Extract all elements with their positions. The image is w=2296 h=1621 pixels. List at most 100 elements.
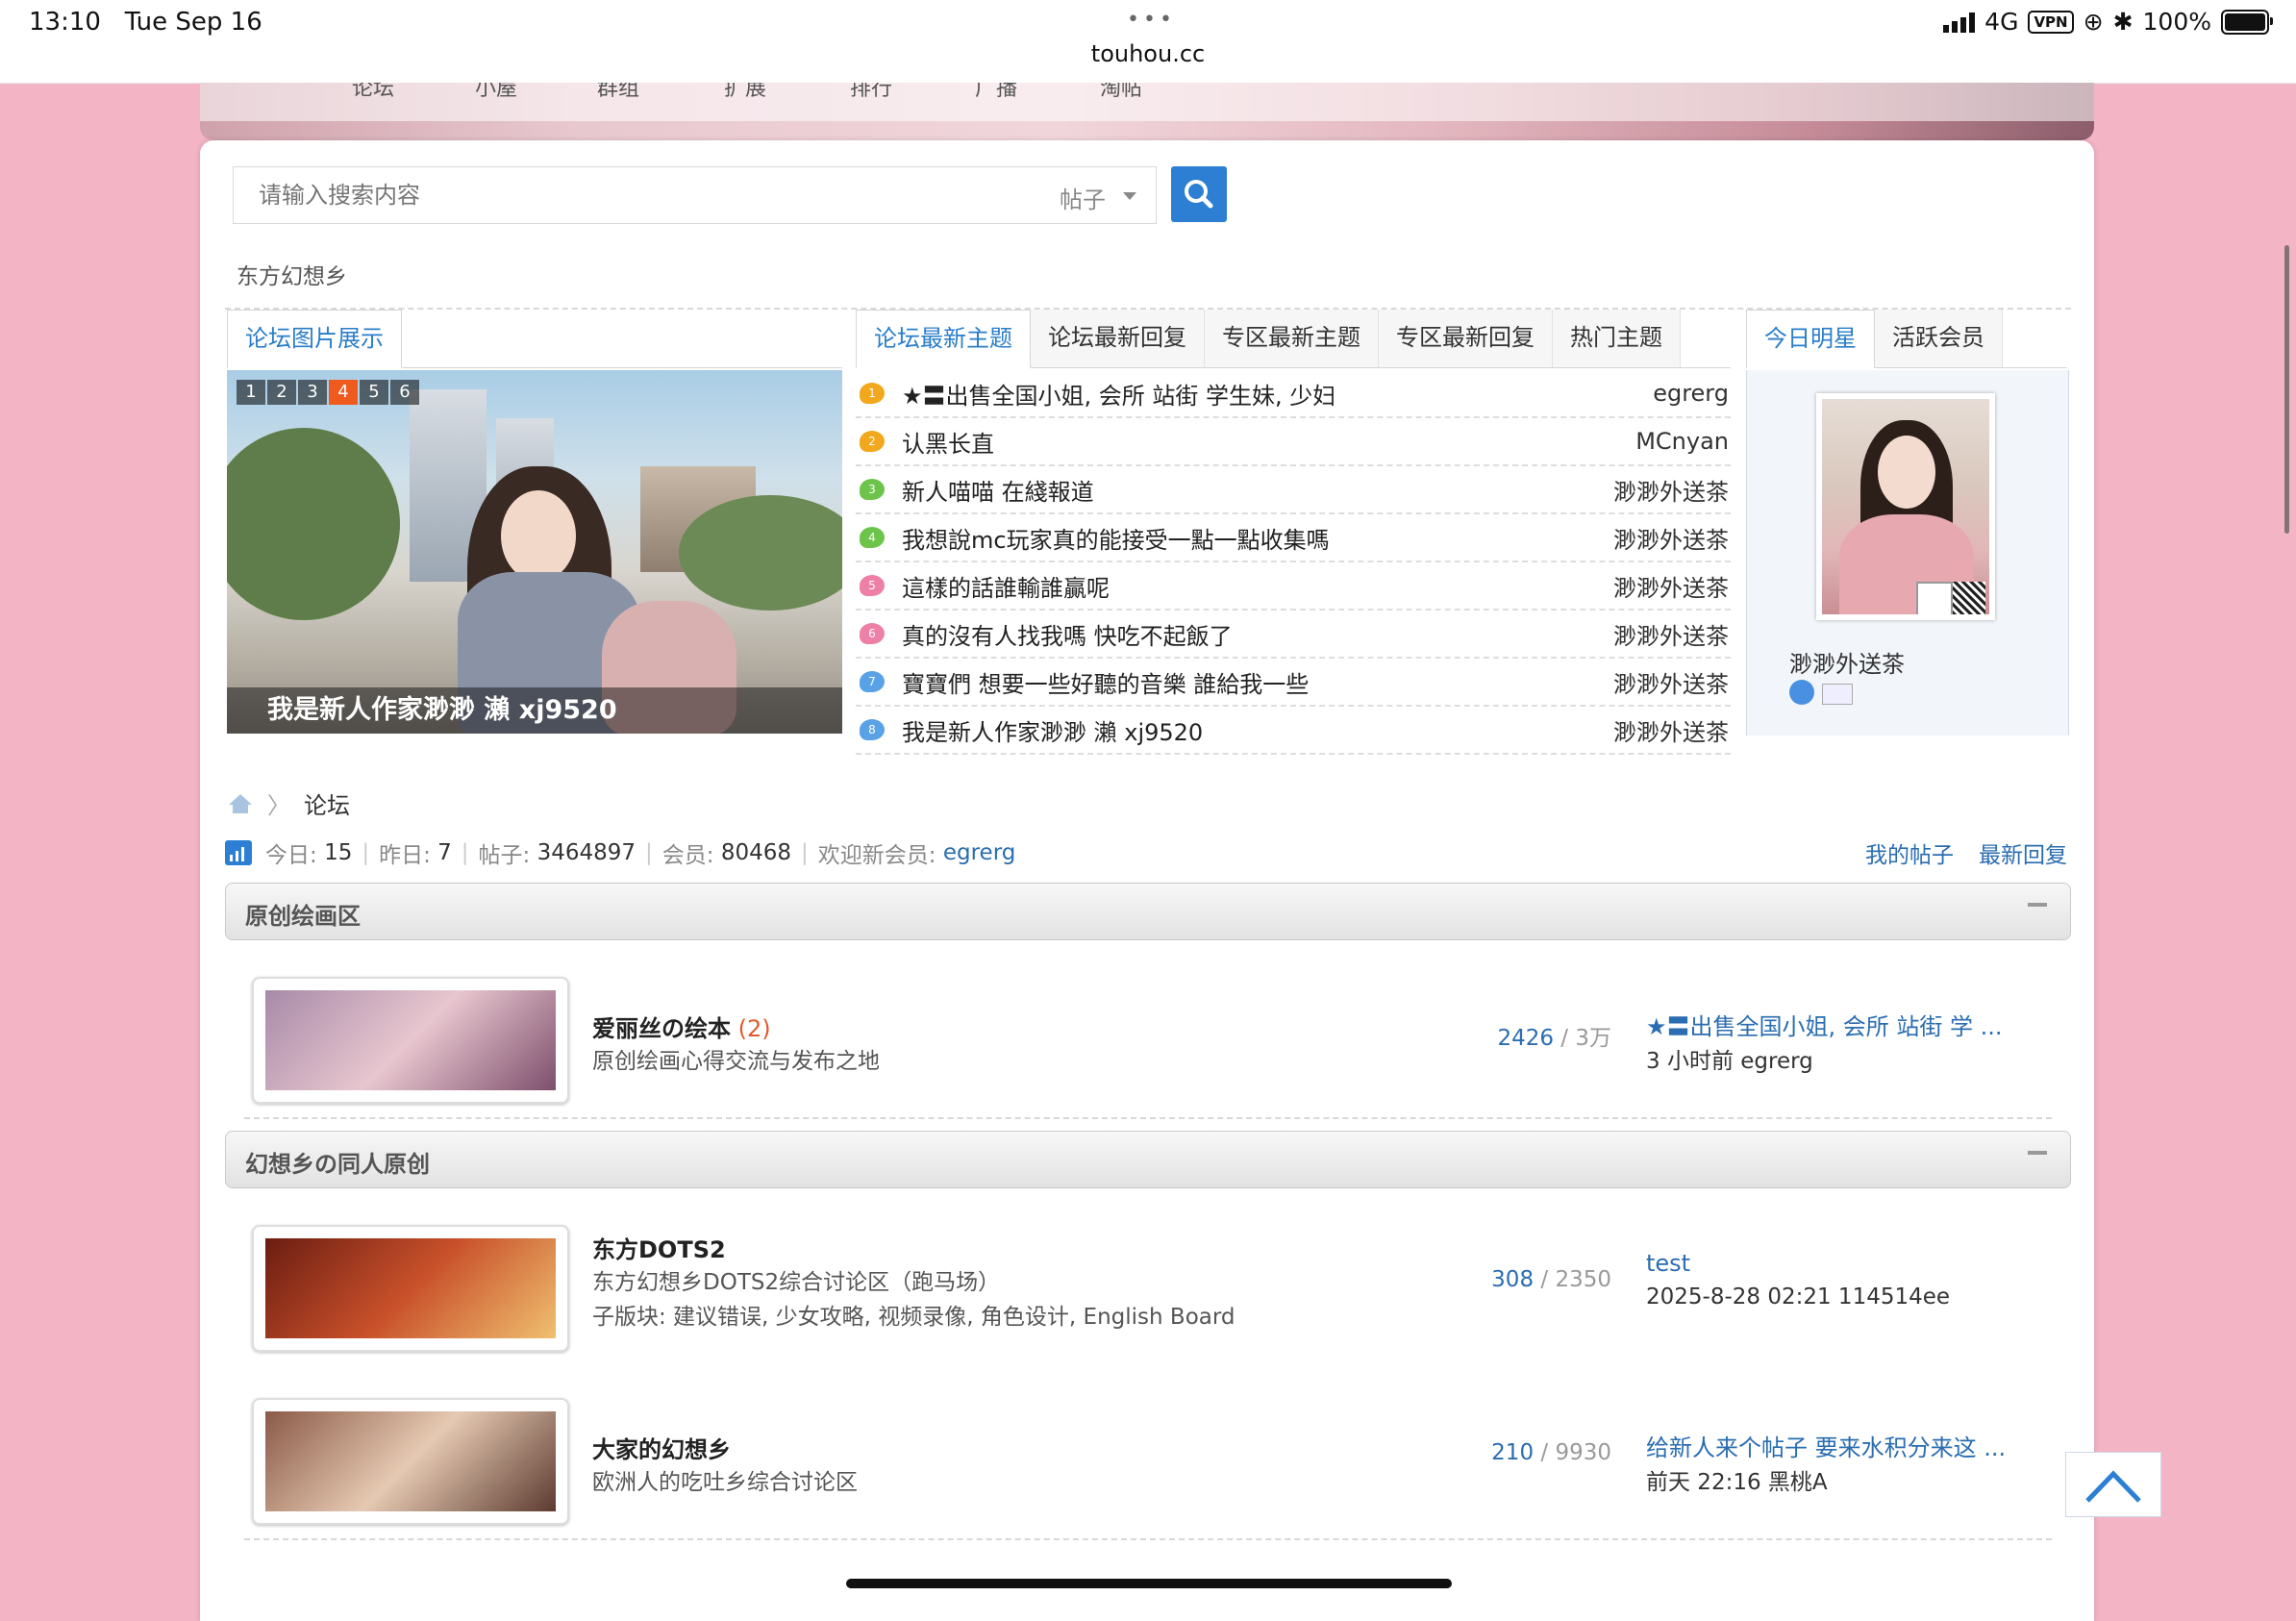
category-header[interactable]: 原创绘画区: [225, 883, 2071, 940]
thread-author[interactable]: 渺渺外送茶: [1613, 569, 1729, 603]
thread-author[interactable]: 渺渺外送茶: [1613, 473, 1729, 507]
category-title[interactable]: 原创绘画区: [245, 897, 361, 931]
top-nav-item[interactable]: 群组: [597, 83, 639, 100]
thread-author[interactable]: 渺渺外送茶: [1613, 713, 1729, 747]
forum-description: 欧洲人的吃吐乡综合讨论区: [592, 1470, 858, 1495]
thread-row[interactable]: 6 真的沒有人找我嗎 快吃不起飯了 渺渺外送茶: [856, 611, 1731, 659]
tab-member[interactable]: 今日明星: [1746, 310, 1875, 368]
top-nav-banner: 论坛 小屋 群组 扩展 排行 广播 淘帖: [200, 83, 2094, 140]
category-header[interactable]: 幻想乡の同人原创: [225, 1131, 2071, 1188]
star-member-name[interactable]: 渺渺外送茶: [1789, 645, 1905, 679]
last-post-title[interactable]: test: [1646, 1250, 1690, 1277]
forum-thumbnail[interactable]: [252, 1225, 569, 1352]
forum-description: 东方幻想乡DOTS2综合讨论区（跑马场）: [592, 1270, 1001, 1295]
thread-row[interactable]: 2 认黑长直 MCnyan: [856, 418, 1731, 466]
thread-row[interactable]: 3 新人喵喵 在綫報道 渺渺外送茶: [856, 466, 1731, 514]
thread-title[interactable]: 我想說mc玩家真的能接受一點一點收集嗎: [902, 521, 1613, 555]
stat-today: 15: [324, 840, 353, 865]
tab-thread-list[interactable]: 热门主题: [1553, 310, 1681, 367]
slide-number[interactable]: 1: [237, 380, 265, 405]
collapse-icon[interactable]: [2028, 1151, 2047, 1155]
breadcrumb-current[interactable]: 论坛: [304, 786, 350, 820]
thread-title[interactable]: 真的沒有人找我嗎 快吃不起飯了: [902, 617, 1613, 651]
stat-members-label: 会员:: [661, 843, 714, 868]
thread-title[interactable]: 這樣的話誰輸誰贏呢: [902, 569, 1613, 603]
profile-card-icon[interactable]: [1822, 684, 1853, 705]
medal-icon: [1789, 680, 1814, 705]
divider: [244, 1538, 2052, 1540]
forum-name[interactable]: 爱丽丝の绘本 (2): [592, 1010, 771, 1043]
slide-caption[interactable]: 我是新人作家渺渺 瀨 xj9520: [227, 687, 842, 734]
thread-rank-icon: 8: [860, 719, 885, 740]
slide-number[interactable]: 6: [390, 380, 419, 405]
tab-member[interactable]: 活跃会员: [1875, 310, 2003, 367]
thread-title[interactable]: 寶寶們 想要一些好聽的音樂 誰給我一些: [902, 665, 1613, 699]
thread-title[interactable]: ★〓出售全国小姐, 会所 站街 学生妹, 少妇: [902, 377, 1653, 411]
tab-thread-list[interactable]: 专区最新回复: [1379, 310, 1553, 367]
thread-author[interactable]: 渺渺外送茶: [1613, 617, 1729, 651]
search-input[interactable]: [234, 167, 1041, 223]
avatar[interactable]: [1816, 393, 1995, 620]
star-panel: 渺渺外送茶: [1746, 370, 2069, 736]
top-nav-item[interactable]: 淘帖: [1100, 83, 1142, 100]
address-url[interactable]: touhou.cc: [0, 40, 2296, 67]
forum-name-text[interactable]: 爱丽丝の绘本: [592, 1015, 731, 1042]
thread-rank-icon: 5: [860, 575, 885, 596]
scroll-indicator[interactable]: [2284, 245, 2289, 534]
thread-author[interactable]: MCnyan: [1635, 428, 1729, 455]
slide-number[interactable]: 2: [267, 380, 296, 405]
my-posts-link[interactable]: 我的帖子: [1865, 836, 1954, 869]
top-nav-item[interactable]: 小屋: [475, 83, 517, 100]
tab-image-showcase[interactable]: 论坛图片展示: [227, 310, 402, 368]
image-slideshow[interactable]: 123456 我是新人作家渺渺 瀨 xj9520: [227, 370, 842, 734]
forum-name[interactable]: 东方DOTS2: [592, 1231, 726, 1264]
slide-number[interactable]: 4: [329, 380, 358, 405]
last-post-title[interactable]: 给新人来个帖子 要来水积分来这 ...: [1646, 1429, 2006, 1462]
thread-author[interactable]: 渺渺外送茶: [1613, 521, 1729, 555]
thread-rank-icon: 4: [860, 527, 885, 548]
count-separator: /: [1534, 1267, 1556, 1292]
top-nav-item[interactable]: 扩展: [724, 83, 766, 100]
forum-name-text[interactable]: 大家的幻想乡: [592, 1436, 731, 1463]
thread-author[interactable]: egrerg: [1653, 380, 1729, 407]
thread-title[interactable]: 新人喵喵 在綫報道: [902, 473, 1613, 507]
thread-row[interactable]: 8 我是新人作家渺渺 瀨 xj9520 渺渺外送茶: [856, 707, 1731, 755]
newest-member-link[interactable]: egrerg: [943, 840, 1016, 865]
last-post-title[interactable]: ★〓出售全国小姐, 会所 站街 学 ...: [1646, 1008, 2003, 1041]
top-nav-item[interactable]: 论坛: [352, 83, 394, 100]
thread-row[interactable]: 1 ★〓出售全国小姐, 会所 站街 学生妹, 少妇 egrerg: [856, 370, 1731, 418]
vpn-badge: VPN: [2028, 10, 2074, 34]
tab-thread-list[interactable]: 论坛最新回复: [1031, 310, 1205, 367]
forum-subforums[interactable]: 子版块: 建议错误, 少女攻略, 视频录像, 角色设计, English Boa…: [592, 1298, 1235, 1331]
forum-name[interactable]: 大家的幻想乡: [592, 1431, 731, 1464]
search-type-select[interactable]: 帖子: [1040, 166, 1157, 224]
home-indicator[interactable]: [846, 1579, 1452, 1588]
chevron-up-icon: [2085, 1470, 2141, 1503]
slide-number[interactable]: 5: [360, 380, 388, 405]
forum-name-text[interactable]: 东方DOTS2: [592, 1236, 726, 1263]
tab-thread-list[interactable]: 专区最新主题: [1205, 310, 1379, 367]
breadcrumb: 〉 论坛: [227, 786, 350, 820]
top-nav-item[interactable]: 广播: [975, 83, 1017, 100]
thread-author[interactable]: 渺渺外送茶: [1613, 665, 1729, 699]
collapse-icon[interactable]: [2028, 903, 2047, 907]
thread-row[interactable]: 5 這樣的話誰輸誰贏呢 渺渺外送茶: [856, 562, 1731, 611]
thread-row[interactable]: 7 寶寶們 想要一些好聽的音樂 誰給我一些 渺渺外送茶: [856, 659, 1731, 707]
forum-thumbnail-image: [265, 1411, 556, 1511]
stat-yesterday: 7: [437, 840, 452, 865]
search-button[interactable]: [1171, 166, 1227, 222]
slide-number[interactable]: 3: [298, 380, 327, 405]
more-dots-icon[interactable]: •••: [1127, 8, 1176, 32]
thread-title[interactable]: 我是新人作家渺渺 瀨 xj9520: [902, 713, 1613, 747]
stats-chart-icon: [225, 840, 252, 865]
category-title[interactable]: 幻想乡の同人原创: [245, 1145, 430, 1179]
forum-thumbnail[interactable]: [252, 977, 569, 1104]
back-to-top-button[interactable]: [2065, 1452, 2161, 1517]
forum-thumbnail[interactable]: [252, 1398, 569, 1525]
home-icon[interactable]: [227, 792, 254, 815]
thread-row[interactable]: 4 我想說mc玩家真的能接受一點一點收集嗎 渺渺外送茶: [856, 514, 1731, 562]
latest-replies-link[interactable]: 最新回复: [1979, 836, 2067, 869]
tab-thread-list[interactable]: 论坛最新主题: [856, 310, 1031, 368]
top-nav-item[interactable]: 排行: [850, 83, 892, 100]
thread-title[interactable]: 认黑长直: [902, 425, 1635, 459]
